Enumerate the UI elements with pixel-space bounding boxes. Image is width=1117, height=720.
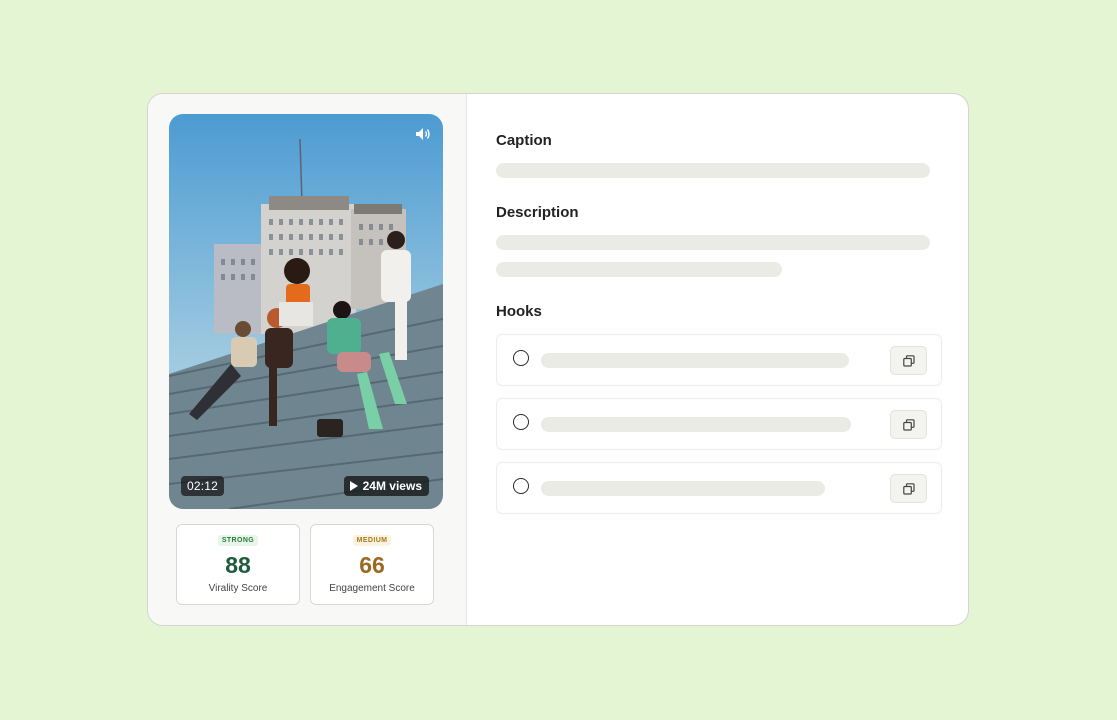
caption-placeholder bbox=[496, 163, 930, 178]
hook-placeholder bbox=[541, 417, 851, 432]
hook-option[interactable] bbox=[496, 398, 942, 450]
engagement-score-value: 66 bbox=[359, 552, 385, 578]
description-heading: Description bbox=[496, 204, 579, 221]
hook-option[interactable] bbox=[496, 334, 942, 386]
radio-icon[interactable] bbox=[513, 414, 529, 430]
strength-badge: MEDIUM bbox=[352, 535, 392, 546]
strength-badge: STRONG bbox=[217, 535, 259, 546]
hooks-heading: Hooks bbox=[496, 303, 542, 320]
copy-button[interactable] bbox=[890, 474, 927, 503]
virality-score-label: Virality Score bbox=[208, 583, 268, 594]
sound-icon[interactable] bbox=[415, 127, 431, 141]
radio-icon[interactable] bbox=[513, 350, 529, 366]
view-count-badge: 24M views bbox=[343, 476, 429, 496]
media-panel: 02:12 24M views STRONG 88 Virality Score… bbox=[148, 94, 467, 625]
description-placeholder-line bbox=[496, 262, 782, 277]
virality-score-card: STRONG 88 Virality Score bbox=[176, 524, 300, 605]
radio-icon[interactable] bbox=[513, 478, 529, 494]
view-count: 24M views bbox=[362, 479, 422, 493]
details-panel: Caption Description Hooks bbox=[466, 94, 968, 625]
hook-placeholder bbox=[541, 353, 849, 368]
description-placeholder-line bbox=[496, 235, 930, 250]
hook-placeholder bbox=[541, 481, 825, 496]
play-icon bbox=[349, 481, 358, 491]
video-duration: 02:12 bbox=[181, 476, 225, 496]
copy-button[interactable] bbox=[890, 346, 927, 375]
copy-icon bbox=[903, 419, 915, 431]
engagement-score-card: MEDIUM 66 Engagement Score bbox=[310, 524, 434, 605]
engagement-score-label: Engagement Score bbox=[329, 583, 415, 594]
video-player[interactable]: 02:12 24M views bbox=[169, 114, 443, 509]
caption-heading: Caption bbox=[496, 132, 552, 149]
copy-icon bbox=[903, 355, 915, 367]
copy-button[interactable] bbox=[890, 410, 927, 439]
hook-option[interactable] bbox=[496, 462, 942, 514]
video-thumbnail bbox=[169, 114, 443, 509]
virality-score-value: 88 bbox=[225, 552, 251, 578]
content-card: 02:12 24M views STRONG 88 Virality Score… bbox=[147, 93, 969, 626]
copy-icon bbox=[903, 483, 915, 495]
